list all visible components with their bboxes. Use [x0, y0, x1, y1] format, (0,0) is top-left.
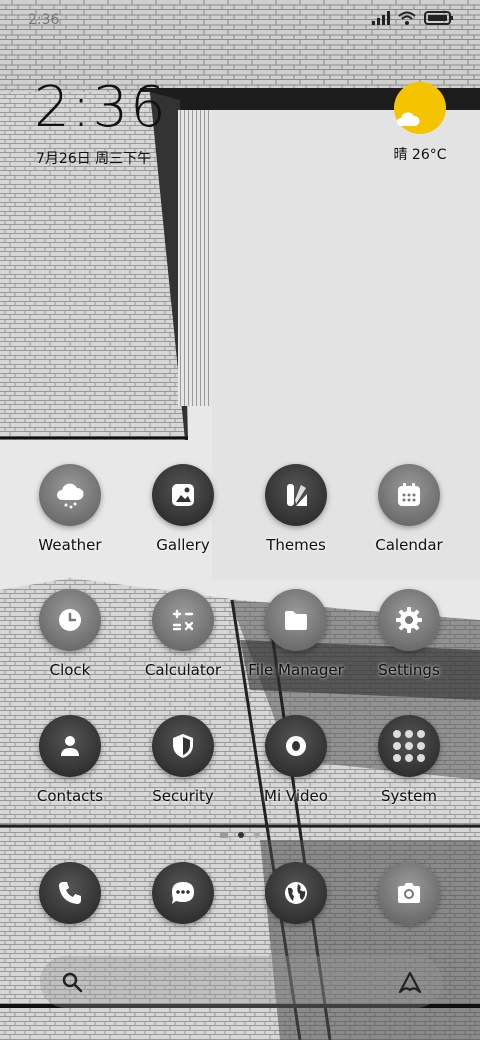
dock-browser[interactable] — [240, 862, 352, 924]
app-security[interactable]: Security — [127, 715, 239, 805]
app-themes[interactable]: Themes — [240, 464, 352, 554]
page-indicator[interactable] — [0, 832, 480, 838]
dock-phone[interactable] — [14, 862, 126, 924]
app-label: File Manager — [248, 661, 344, 679]
app-mi-video[interactable]: Mi Video — [240, 715, 352, 805]
app-calculator[interactable]: Calculator — [127, 589, 239, 679]
camera-icon — [378, 862, 440, 924]
app-gallery[interactable]: Gallery — [127, 464, 239, 554]
sun-icon — [394, 82, 446, 134]
shield-icon — [152, 715, 214, 777]
app-label: System — [381, 787, 437, 805]
app-weather[interactable]: Weather — [14, 464, 126, 554]
page-dot[interactable] — [254, 832, 260, 838]
clock-icon — [39, 589, 101, 651]
assistant-icon[interactable] — [396, 968, 424, 996]
app-label: Gallery — [156, 536, 210, 554]
page-dot-home[interactable] — [220, 832, 228, 838]
folder-grid-icon — [378, 715, 440, 777]
app-label: Weather — [38, 536, 102, 554]
cloud-icon — [397, 112, 420, 126]
app-calendar[interactable]: Calendar — [353, 464, 465, 554]
app-label: Clock — [49, 661, 91, 679]
themes-icon — [265, 464, 327, 526]
status-time: 2:36 — [28, 12, 60, 28]
app-contacts[interactable]: Contacts — [14, 715, 126, 805]
dock-messages[interactable] — [127, 862, 239, 924]
message-icon — [152, 862, 214, 924]
battery-icon — [424, 11, 453, 25]
status-bar: 2:36 — [0, 0, 480, 40]
folder-icon — [265, 589, 327, 651]
clock-widget-date: 7月26日 周三下午 — [36, 151, 152, 167]
app-label: Mi Video — [264, 787, 328, 805]
dock-camera[interactable] — [353, 862, 465, 924]
gallery-icon — [152, 464, 214, 526]
app-settings[interactable]: Settings — [353, 589, 465, 679]
calendar-icon — [378, 464, 440, 526]
browser-icon — [265, 862, 327, 924]
app-file-manager[interactable]: File Manager — [240, 589, 352, 679]
weather-icon — [39, 464, 101, 526]
page-dot-active[interactable] — [238, 832, 244, 838]
gear-icon — [378, 589, 440, 651]
clock-widget-time[interactable]: 2:36 — [34, 80, 168, 136]
app-label: Contacts — [36, 787, 104, 805]
app-label: Calendar — [375, 536, 443, 554]
app-label: Settings — [378, 661, 440, 679]
app-label: Security — [152, 787, 214, 805]
contacts-icon — [39, 715, 101, 777]
app-label: Calculator — [144, 661, 222, 679]
search-icon[interactable] — [60, 970, 84, 994]
weather-widget-text: 晴 26°C — [393, 147, 447, 163]
phone-icon — [39, 862, 101, 924]
video-icon — [265, 715, 327, 777]
status-icons — [372, 11, 454, 25]
app-clock[interactable]: Clock — [14, 589, 126, 679]
signal-icon — [372, 11, 390, 25]
search-bar[interactable] — [40, 956, 442, 1008]
wifi-icon — [398, 11, 416, 25]
weather-widget[interactable]: 晴 26°C — [380, 82, 460, 164]
calculator-icon — [152, 589, 214, 651]
app-label: Themes — [266, 536, 326, 554]
app-system-folder[interactable]: System — [353, 715, 465, 805]
